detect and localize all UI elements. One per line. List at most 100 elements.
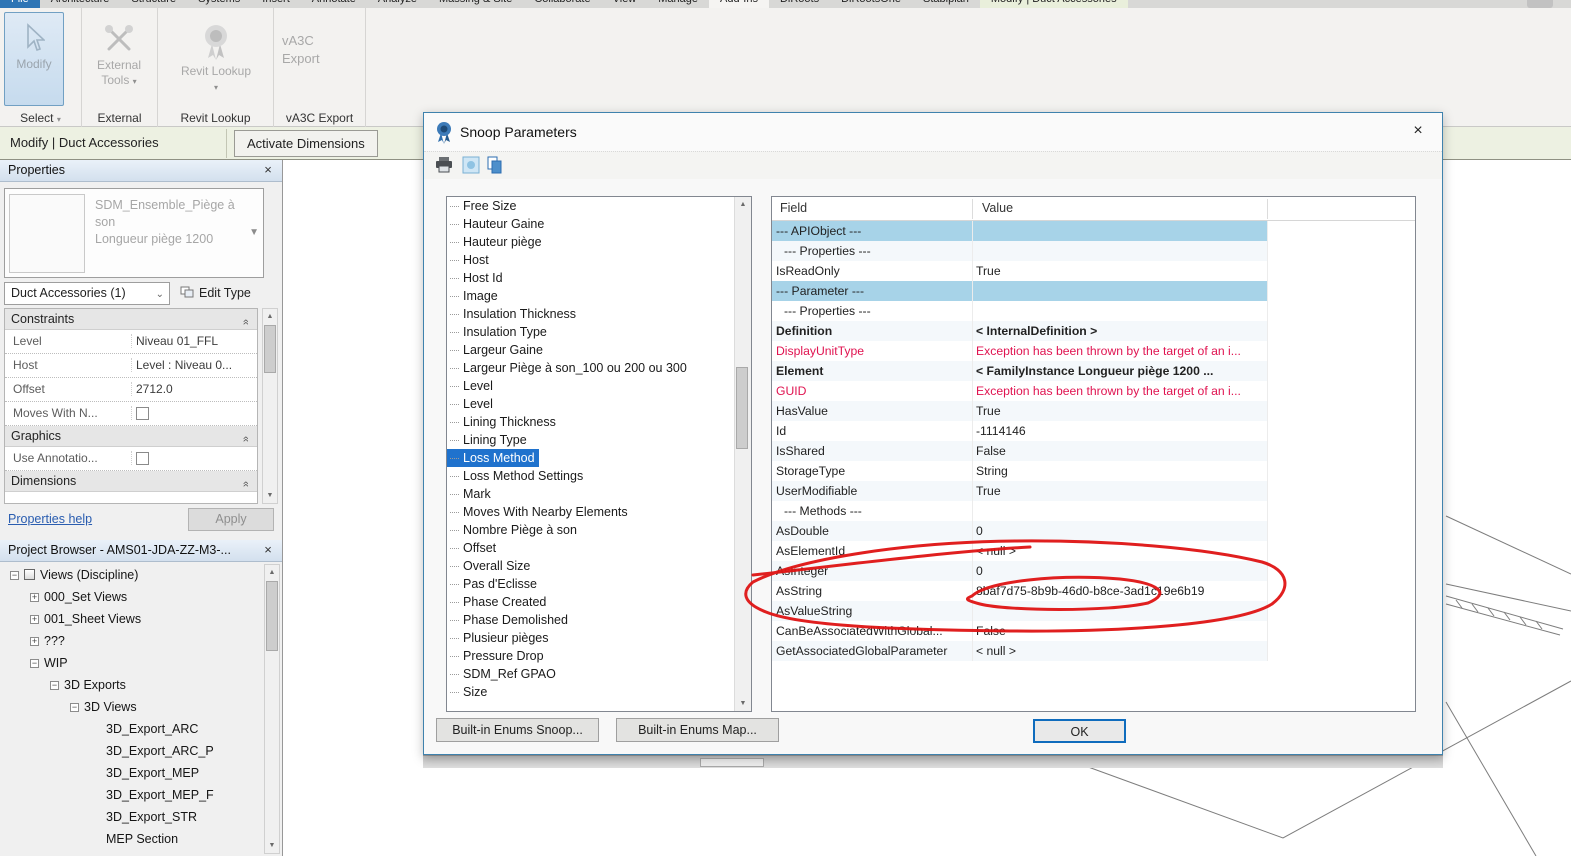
collapse-section-icon[interactable]: » [236,481,256,487]
scroll-down-icon[interactable]: ▼ [263,488,277,503]
table-row[interactable]: --- Properties --- [772,241,1268,261]
chevron-down-icon[interactable]: ▼ [249,227,259,238]
table-row[interactable]: GetAssociatedGlobalParameter< null > [772,641,1268,661]
scrollbar-thumb[interactable] [700,758,764,767]
collapse-section-icon[interactable]: » [236,436,256,442]
tab-add-ins[interactable]: Add-Ins [709,0,769,8]
parameter-list-item[interactable]: Free Size [447,197,751,215]
parameter-list-item[interactable]: Lining Type [447,431,751,449]
ribbon-collapse-icon[interactable] [1527,0,1553,8]
tree-item-label[interactable]: ??? [44,634,65,648]
background-horizontal-scrollbar[interactable] [423,755,1443,768]
tree-item-000-set-views[interactable]: +000_Set Views [2,586,264,608]
tree-item-label[interactable]: 3D Exports [64,678,126,692]
section-header-dimensions[interactable]: Dimensions» [5,471,257,492]
ok-button[interactable]: OK [1033,719,1126,743]
parameter-list-item[interactable]: Lining Thickness [447,413,751,431]
collapse-icon[interactable]: − [10,571,19,580]
table-row[interactable]: Element< FamilyInstance Longueur piège 1… [772,361,1268,381]
column-divider[interactable] [1267,199,1268,219]
parameter-list-item[interactable]: Pas d'Eclisse [447,575,751,593]
checkbox[interactable] [136,452,149,465]
expand-icon[interactable]: + [30,593,39,602]
project-browser-scrollbar[interactable]: ▲ ▼ [264,564,280,854]
collapse-icon[interactable]: − [30,659,39,668]
tree-item-label[interactable]: Views (Discipline) [40,568,138,582]
collapse-icon[interactable]: − [50,681,59,690]
modify-button[interactable]: Modify [4,12,64,106]
close-icon[interactable]: × [1408,121,1428,141]
close-icon[interactable]: × [260,542,276,558]
parameter-list-item[interactable]: Moves With Nearby Elements [447,503,751,521]
parameter-list-item[interactable]: Image [447,287,751,305]
properties-scrollbar[interactable]: ▲ ▼ [262,308,278,504]
table-row[interactable]: --- Methods --- [772,501,1268,521]
tree-item-label[interactable]: 3D_Export_STR [106,810,197,824]
scroll-down-icon[interactable]: ▼ [735,696,751,711]
section-header-graphics[interactable]: Graphics» [5,426,257,447]
tab-annotate[interactable]: Annotate [301,0,367,8]
tab-dirootsone[interactable]: DiRootsOne [830,0,912,8]
tree-item-label[interactable]: 001_Sheet Views [44,612,141,626]
parameter-list-item[interactable]: Insulation Thickness [447,305,751,323]
column-header-value[interactable]: Value [982,201,1013,215]
edit-type-button[interactable]: Edit Type [180,283,251,305]
properties-help-link[interactable]: Properties help [8,512,92,526]
table-row[interactable]: Definition< InternalDefinition > [772,321,1268,341]
builtin-enums-map-button[interactable]: Built-in Enums Map... [616,718,779,742]
tree-item-label[interactable]: 000_Set Views [44,590,127,604]
scroll-up-icon[interactable]: ▲ [265,565,279,580]
parameter-list-item[interactable]: Phase Demolished [447,611,751,629]
table-row[interactable]: --- Properties --- [772,301,1268,321]
collapse-section-icon[interactable]: » [236,319,256,325]
parameter-list-item[interactable]: Size [447,683,751,701]
revit-lookup-button[interactable]: Revit Lookup ▾ [166,12,266,106]
table-row[interactable]: AsElementId< null > [772,541,1268,561]
tree-item-mep-section[interactable]: MEP Section [2,828,264,850]
tree-item-3d-export-str[interactable]: 3D_Export_STR [2,806,264,828]
dialog-title-bar[interactable]: Snoop Parameters × [424,113,1442,151]
parameter-list-item[interactable]: Overall Size [447,557,751,575]
type-selector[interactable]: SDM_Ensemble_Piège à son Longueur piège … [4,188,264,278]
table-row[interactable]: IsReadOnlyTrue [772,261,1268,281]
table-row[interactable]: GUIDException has been thrown by the tar… [772,381,1268,401]
parameter-list-item[interactable]: Nombre Piège à son [447,521,751,539]
table-row[interactable]: CanBeAssociatedWithGlobal...False [772,621,1268,641]
tab-view[interactable]: View [602,0,648,8]
builtin-enums-snoop-button[interactable]: Built-in Enums Snoop... [436,718,599,742]
preview-icon[interactable] [462,156,480,174]
scrollbar-thumb[interactable] [266,581,278,651]
scrollbar-thumb[interactable] [264,325,276,373]
collapse-icon[interactable]: − [70,703,79,712]
tree-item-001-sheet-views[interactable]: +001_Sheet Views [2,608,264,630]
scrollbar-thumb[interactable] [736,367,748,449]
tab-massing-site[interactable]: Massing & Site [428,0,523,8]
expand-icon[interactable]: + [30,637,39,646]
printer-icon[interactable] [434,156,454,174]
tab-structure[interactable]: Structure [120,0,187,8]
external-tools-button[interactable]: External Tools ▾ [86,12,152,106]
tree-item-label[interactable]: 3D_Export_MEP_F [106,788,214,802]
close-icon[interactable]: × [260,162,276,178]
copy-icon[interactable] [486,156,504,174]
tree-item-label[interactable]: 3D_Export_MEP [106,766,199,780]
parameter-list-item[interactable]: Plusieur pièges [447,629,751,647]
parameter-list-item[interactable]: Insulation Type [447,323,751,341]
tree-item-3d-exports[interactable]: −3D Exports [2,674,264,696]
table-row[interactable]: AsInteger0 [772,561,1268,581]
table-row[interactable]: HasValueTrue [772,401,1268,421]
expand-icon[interactable]: + [30,615,39,624]
table-row[interactable]: AsString8baf7d75-8b9b-46d0-b8ce-3ad1c19e… [772,581,1268,601]
section-header-constraints[interactable]: Constraints» [5,309,257,330]
property-value[interactable]: Niveau 01_FFL [131,334,251,348]
parameter-list-item[interactable]: Phase Created [447,593,751,611]
parameter-list-item[interactable]: Pressure Drop [447,647,751,665]
tab-collaborate[interactable]: Collaborate [523,0,601,8]
tree-item-label[interactable]: WIP [44,656,68,670]
tree-item-3d-export-arc[interactable]: 3D_Export_ARC [2,718,264,740]
panel-label-select[interactable]: Select ▾ [0,111,81,125]
tree-item-label[interactable]: 3D_Export_ARC [106,722,198,736]
table-row[interactable]: DisplayUnitTypeException has been thrown… [772,341,1268,361]
tab-architecture[interactable]: Architecture [40,0,121,8]
column-divider[interactable] [972,199,973,219]
